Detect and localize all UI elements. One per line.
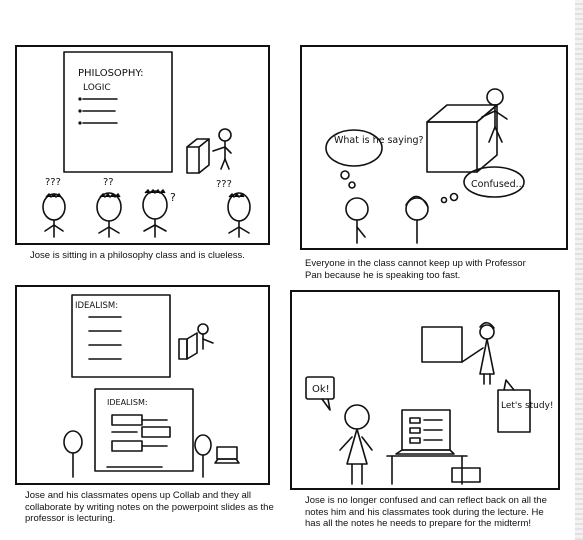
bubble-text-right: Let's study! — [501, 401, 554, 411]
question-marks-1: ??? — [45, 177, 61, 188]
slide-title: IDEALISM: — [75, 301, 118, 311]
panel-1-drawing: PHILOSOPHY: LOGIC ??? ?? ? ??? — [42, 51, 251, 238]
panel-2: What is he saying? Confused... — [300, 45, 568, 250]
question-marks-2: ?? — [103, 177, 114, 188]
bubble-text-left: What is he saying? — [334, 135, 424, 146]
question-marks-3: ? — [170, 191, 176, 204]
screen-box — [421, 326, 463, 363]
panel-4: Ok! Let's study! — [290, 290, 560, 490]
bubble-text-right: Confused... — [471, 179, 525, 190]
panel-1: PHILOSOPHY: LOGIC ??? ?? ? ??? — [15, 45, 270, 245]
speech-bubble-right — [497, 389, 531, 433]
panel-1-caption: Jose is sitting in a philosophy class an… — [30, 250, 245, 261]
panel-3: IDEALISM: IDEALISM: — [15, 285, 270, 485]
panel-2-caption: Everyone in the class cannot keep up wit… — [305, 258, 526, 281]
question-marks-4: ??? — [216, 179, 232, 190]
panel-4-caption: Jose is no longer confused and can refle… — [305, 495, 547, 530]
panel-3-drawing: IDEALISM: IDEALISM: — [63, 294, 240, 478]
screen-title: IDEALISM: — [107, 398, 148, 407]
slide-title: PHILOSOPHY: — [78, 68, 144, 79]
bubble-text-left: Ok! — [312, 384, 330, 395]
panel-4-drawing: Ok! Let's study! — [305, 321, 554, 485]
panel-3-caption: Jose and his classmates opens up Collab … — [25, 490, 274, 525]
panel-2-drawing: What is he saying? Confused... — [325, 88, 525, 244]
slide-subtitle: LOGIC — [83, 83, 111, 93]
paper-edge — [575, 0, 583, 540]
